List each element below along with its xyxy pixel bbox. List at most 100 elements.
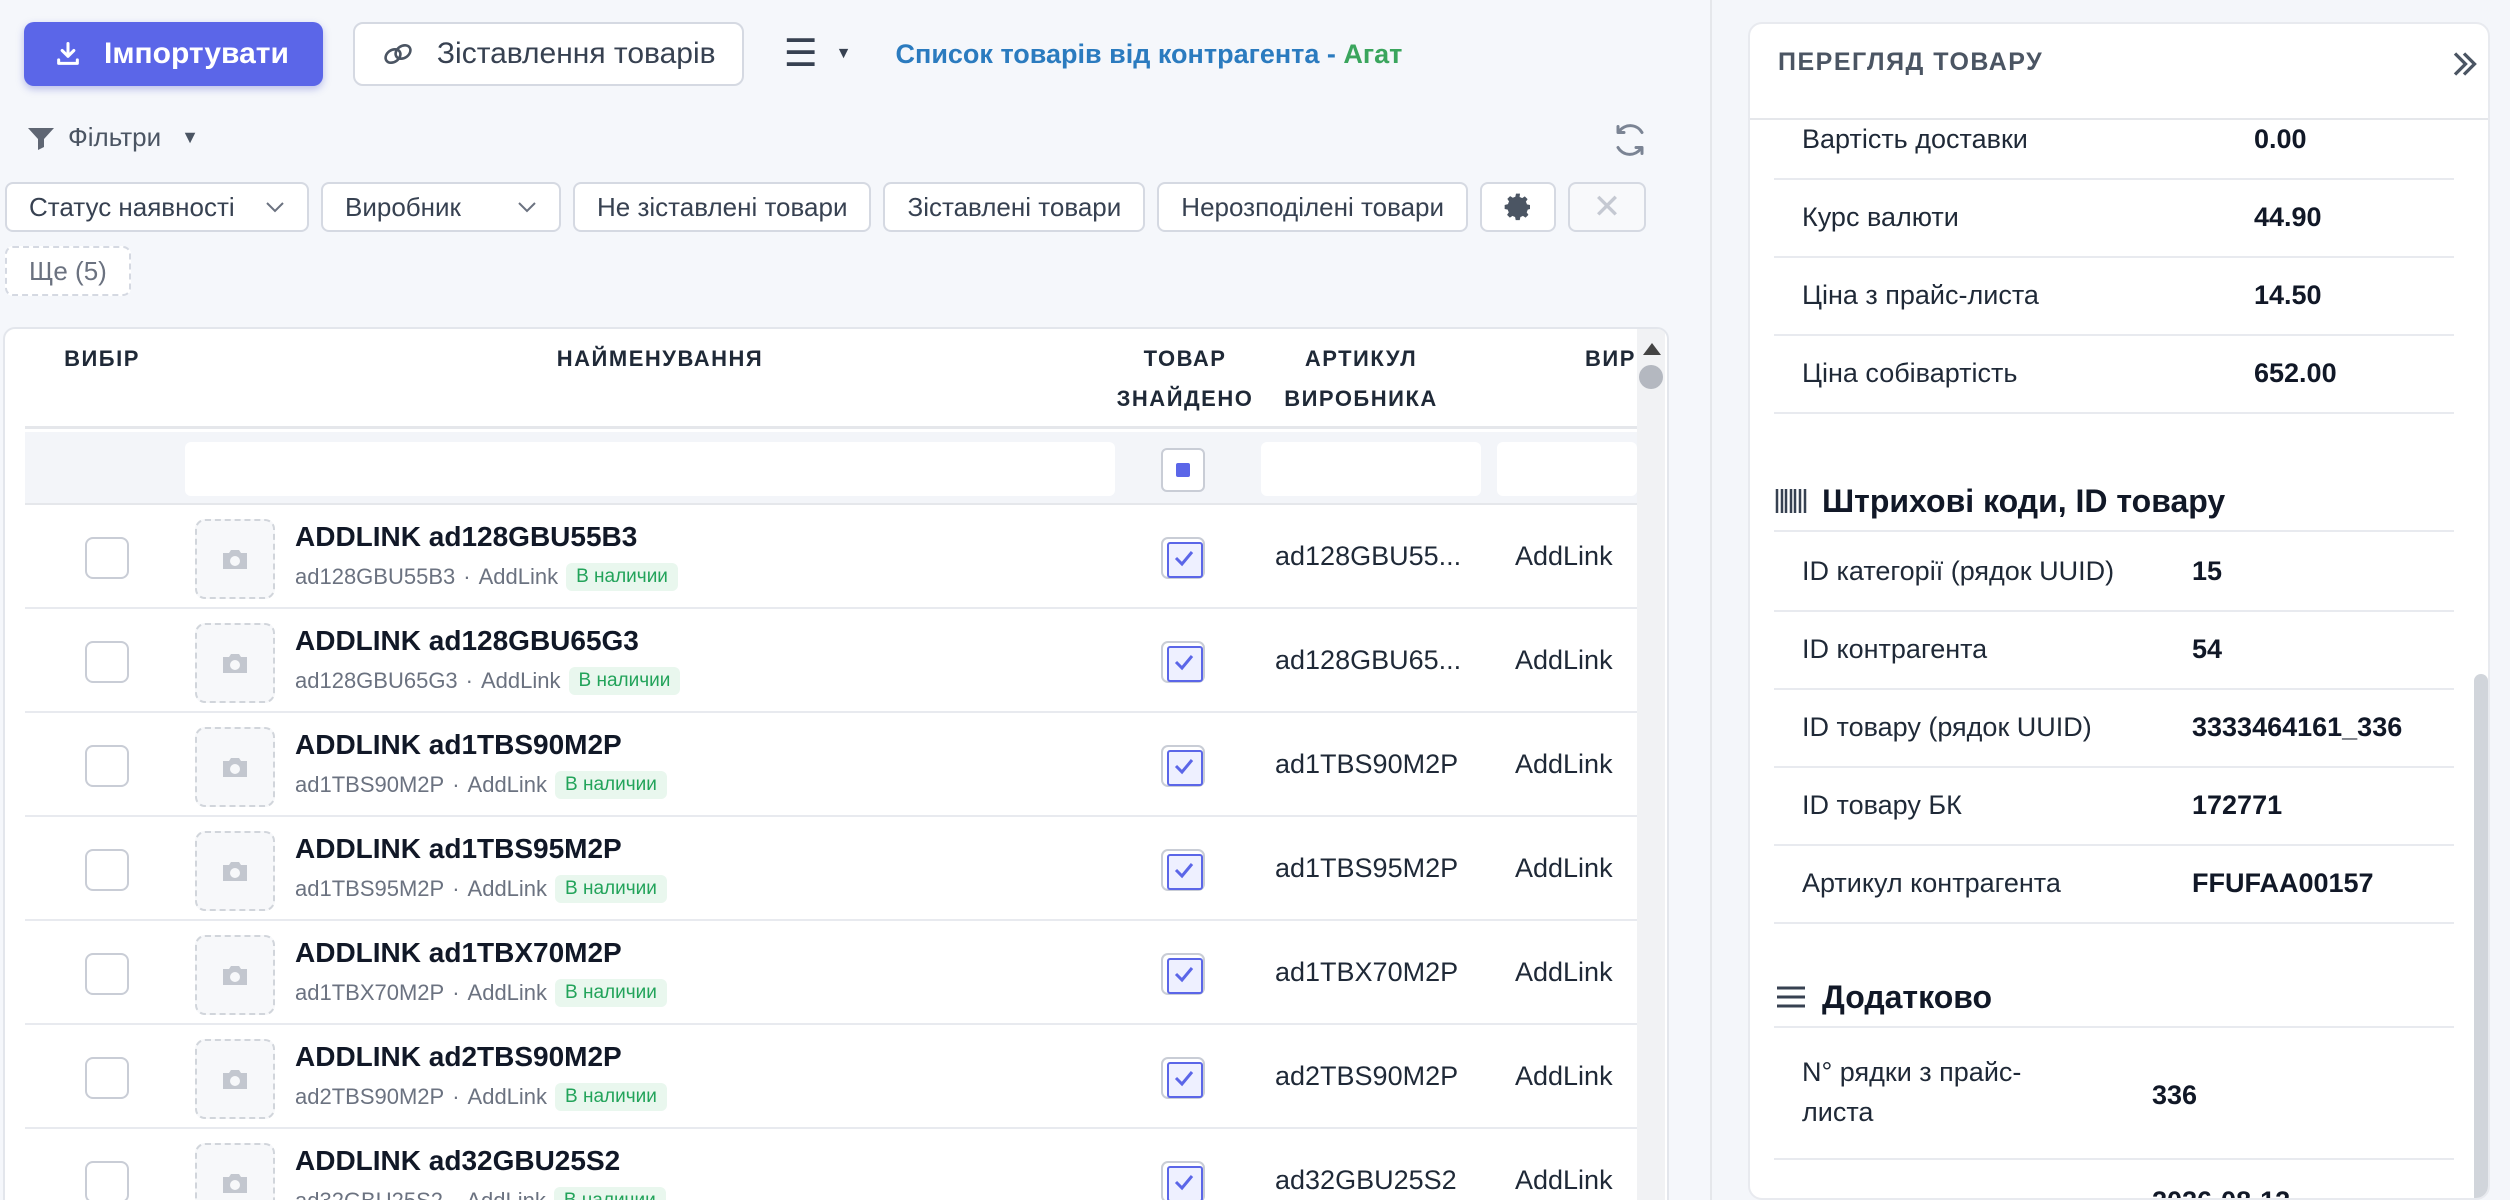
filter-settings-button[interactable]: [1480, 182, 1557, 232]
row-select-checkbox[interactable]: [85, 1161, 129, 1200]
list-title: Список товарів від контрагента - Агат: [895, 38, 1403, 69]
manufacturer-name: AddLink: [1515, 957, 1613, 987]
detail-row: Ціна з прайс-листа 14.50: [1774, 258, 2454, 336]
product-name[interactable]: ADDLINK ad1TBS90M2P: [295, 729, 622, 761]
table-scrollbar[interactable]: [1637, 329, 1665, 1200]
checkmark-icon: [1174, 967, 1194, 983]
product-name[interactable]: ADDLINK ad1TBX70M2P: [295, 937, 622, 969]
product-found-checkbox[interactable]: [1161, 745, 1205, 787]
column-header-select[interactable]: ВИБІР: [25, 339, 179, 379]
checkmark-icon: [1174, 759, 1194, 775]
checkmark-icon: [1174, 1071, 1194, 1087]
camera-icon: [223, 1174, 247, 1193]
product-name[interactable]: ADDLINK ad32GBU25S2: [295, 1145, 620, 1177]
chevron-down-icon: [518, 202, 536, 213]
manufacturer-sku: ad32GBU25S2: [1275, 1165, 1457, 1195]
product-meta: ad2TBS90M2P · AddLink В наличии: [295, 1083, 667, 1111]
undistributed-products-chip[interactable]: Нерозподілені товари: [1157, 182, 1469, 232]
scroll-up-arrow-icon[interactable]: [1643, 343, 1661, 355]
barcode-icon: [1775, 489, 1807, 513]
product-thumbnail: [195, 1039, 275, 1119]
product-found-checkbox[interactable]: [1161, 849, 1205, 891]
table-row[interactable]: ADDLINK ad128GBU55B3 ad128GBU55B3 · AddLink…: [25, 505, 1637, 609]
collapse-panel-icon[interactable]: [2446, 46, 2482, 82]
camera-icon: [223, 654, 247, 673]
manufacturer-name: AddLink: [1515, 1061, 1613, 1091]
manufacturer-select[interactable]: Виробник: [321, 182, 561, 232]
row-select-checkbox[interactable]: [85, 953, 129, 995]
product-found-checkbox[interactable]: [1161, 1161, 1205, 1200]
barcodes-section-title: Штрихові коди, ID товару: [1774, 472, 2454, 532]
checkmark-icon: [1174, 655, 1194, 671]
manufacturer-sku: ad128GBU55...: [1275, 541, 1462, 571]
refresh-icon[interactable]: [1612, 122, 1648, 158]
column-header-manufacturer[interactable]: ВИР: [1585, 339, 1637, 379]
manufacturer-sku: ad1TBS90M2P: [1275, 749, 1459, 779]
row-select-checkbox[interactable]: [85, 1057, 129, 1099]
row-select-checkbox[interactable]: [85, 537, 129, 579]
name-filter-input[interactable]: [185, 442, 1115, 496]
table-header: ВИБІР НАЙМЕНУВАННЯ ТОВАР ЗНАЙДЕНО АРТИКУ…: [25, 329, 1637, 429]
manufacturer-name: AddLink: [1515, 749, 1613, 779]
product-found-checkbox[interactable]: [1161, 537, 1205, 579]
product-name[interactable]: ADDLINK ad2TBS90M2P: [295, 1041, 622, 1073]
import-button[interactable]: Імпортувати: [24, 22, 323, 86]
camera-icon: [223, 966, 247, 985]
availability-status-select[interactable]: Статус наявності: [5, 182, 309, 232]
stock-status-badge: В наличии: [553, 1187, 666, 1200]
view-menu-button[interactable]: ☰ ▼: [784, 35, 852, 73]
panel-scrollbar[interactable]: [2474, 674, 2488, 1198]
product-name[interactable]: ADDLINK ad128GBU55B3: [295, 521, 637, 553]
agent-name: Агат: [1343, 38, 1403, 69]
product-meta: ad1TBS90M2P · AddLink В наличии: [295, 771, 667, 799]
matched-products-chip[interactable]: Зіставлені товари: [883, 182, 1146, 232]
row-select-checkbox[interactable]: [85, 849, 129, 891]
scrollbar-thumb[interactable]: [1639, 365, 1663, 389]
column-header-found[interactable]: ТОВАР ЗНАЙДЕНО: [1115, 339, 1255, 419]
row-select-checkbox[interactable]: [85, 641, 129, 683]
product-found-checkbox[interactable]: [1161, 1057, 1205, 1099]
product-name[interactable]: ADDLINK ad1TBS95M2P: [295, 833, 622, 865]
detail-row: Артикул контрагента FFUFAA00157: [1774, 846, 2454, 924]
column-header-name[interactable]: НАЙМЕНУВАННЯ: [195, 339, 1125, 379]
table-row[interactable]: ADDLINK ad32GBU25S2 ad32GBU25S2·AddLinkВ …: [25, 1129, 1637, 1200]
unmatched-products-chip[interactable]: Не зіставлені товари: [573, 182, 872, 232]
product-meta: ad32GBU25S2·AddLinkВ наличии: [295, 1187, 666, 1200]
more-filters-chip[interactable]: Ще (5): [5, 246, 131, 296]
funnel-icon: [28, 127, 54, 150]
product-thumbnail: [195, 727, 275, 807]
product-thumbnail: [195, 623, 275, 703]
filters-toggle[interactable]: Фільтри ▼: [26, 122, 199, 153]
product-thumbnail: [195, 935, 275, 1015]
checkmark-icon: [1174, 863, 1194, 879]
pane-divider[interactable]: [1710, 0, 1712, 1200]
table-row[interactable]: ADDLINK ad1TBX70M2P ad1TBX70M2P · AddLink В …: [25, 921, 1637, 1025]
manufacturer-sku: ad1TBX70M2P: [1275, 957, 1459, 987]
product-thumbnail: [195, 1143, 275, 1200]
table-body: ADDLINK ad128GBU55B3 ad128GBU55B3 · AddLink…: [25, 505, 1637, 1200]
toolbar: Імпортувати Зіставлення товарів ☰ ▼ Спис…: [24, 22, 1402, 86]
detail-row: 2026-08-12: [1774, 1162, 2454, 1198]
found-filter-checkbox[interactable]: [1161, 448, 1205, 492]
product-matching-button[interactable]: Зіставлення товарів: [352, 22, 744, 86]
product-found-checkbox[interactable]: [1161, 953, 1205, 995]
row-select-checkbox[interactable]: [85, 745, 129, 787]
clear-filters-button[interactable]: ✕: [1568, 182, 1647, 232]
product-name[interactable]: ADDLINK ad128GBU65G3: [295, 625, 639, 657]
gear-icon: [1504, 193, 1531, 221]
table-row[interactable]: ADDLINK ad1TBS90M2P ad1TBS90M2P · AddLink В …: [25, 713, 1637, 817]
manufacturer-filter-input[interactable]: [1497, 442, 1637, 496]
stock-status-badge: В наличии: [555, 1083, 667, 1111]
detail-row: ID категорії (рядок UUID) 15: [1774, 534, 2454, 612]
table-row[interactable]: ADDLINK ad2TBS90M2P ad2TBS90M2P · AddLink В …: [25, 1025, 1637, 1129]
table-row[interactable]: ADDLINK ad128GBU65G3 ad128GBU65G3 · AddLink…: [25, 609, 1637, 713]
manufacturer-name: AddLink: [1515, 853, 1613, 883]
detail-row: ID товару (рядок UUID) 3333464161_336: [1774, 690, 2454, 768]
column-header-sku[interactable]: АРТИКУЛ ВИРОБНИКА: [1261, 339, 1461, 419]
detail-row: ID товару БК 172771: [1774, 768, 2454, 846]
detail-row: Ціна собівартість 652.00: [1774, 336, 2454, 414]
column-filter-row: [25, 432, 1637, 505]
product-found-checkbox[interactable]: [1161, 641, 1205, 683]
sku-filter-input[interactable]: [1261, 442, 1481, 496]
table-row[interactable]: ADDLINK ad1TBS95M2P ad1TBS95M2P · AddLink В …: [25, 817, 1637, 921]
